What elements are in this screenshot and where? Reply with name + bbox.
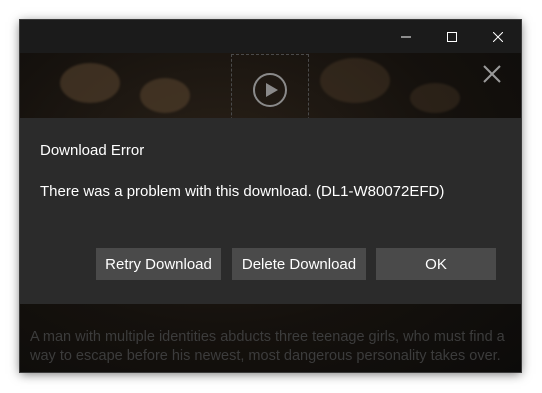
dialog-message: There was a problem with this download. … [40,183,445,200]
minimize-icon [401,32,411,42]
title-bar[interactable] [20,20,521,53]
ok-button[interactable]: OK [376,248,496,280]
play-icon [252,72,288,112]
minimize-button[interactable] [383,20,429,53]
backdrop-light [410,83,460,113]
download-error-dialog: Download Error There was a problem with … [20,118,521,304]
dialog-title: Download Error [40,142,145,159]
video-description: A man with multiple identities abducts t… [30,329,505,364]
app-window: A man with multiple identities abducts t… [20,20,521,372]
maximize-button[interactable] [429,20,475,53]
retry-download-button[interactable]: Retry Download [96,248,221,280]
close-icon [493,31,503,42]
backdrop-light [140,78,190,113]
close-icon [483,65,501,87]
delete-download-button[interactable]: Delete Download [232,248,366,280]
backdrop-light [60,63,120,103]
window-close-button[interactable] [475,20,521,53]
overlay-close-button[interactable] [481,65,503,87]
backdrop-light [320,58,390,103]
maximize-icon [447,31,457,42]
